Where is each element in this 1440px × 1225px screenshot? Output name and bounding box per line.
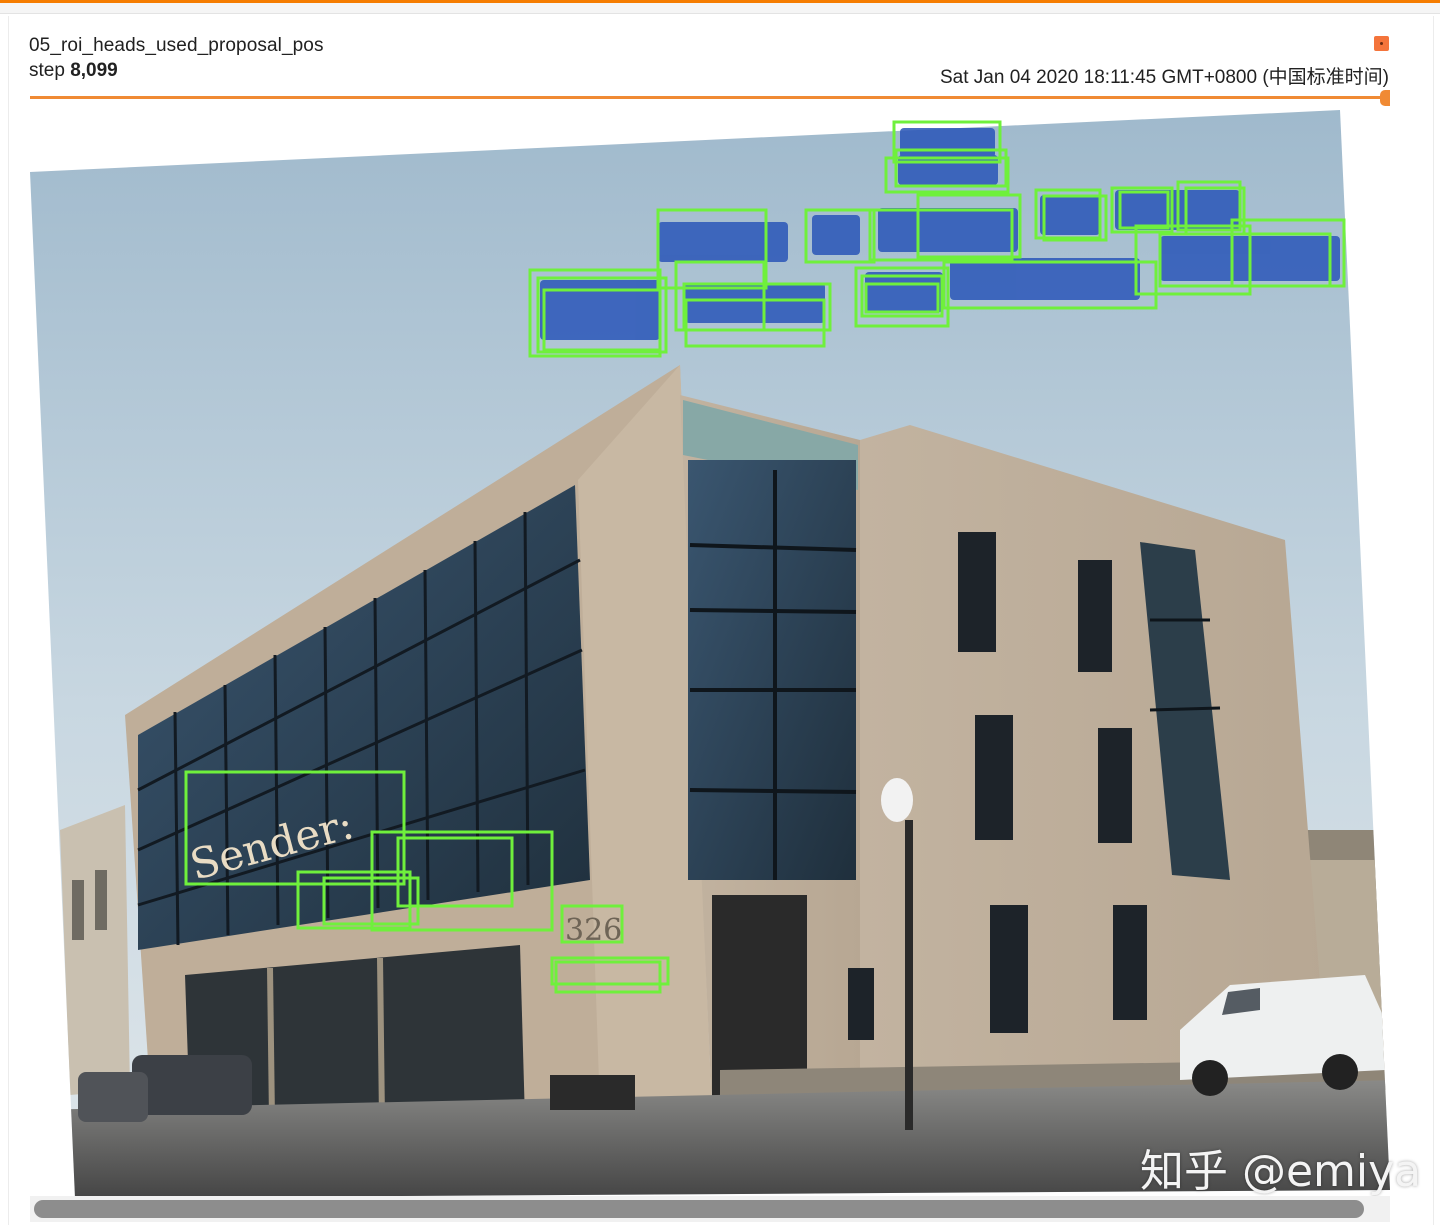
header-strip	[0, 3, 1440, 14]
expand-icon[interactable]	[1374, 36, 1389, 51]
timestamp: Sat Jan 04 2020 18:11:45 GMT+0800 (中国标准时…	[939, 67, 1389, 88]
step-value: 8,099	[70, 60, 118, 81]
image-card	[8, 16, 1434, 1225]
watermark: 知乎 @emiya	[1140, 1146, 1422, 1197]
horizontal-scrollbar-thumb[interactable]	[34, 1200, 1364, 1218]
step-slider-track[interactable]	[30, 96, 1382, 99]
step-label: step	[29, 60, 65, 81]
image-title: 05_roi_heads_used_proposal_pos	[29, 35, 324, 56]
step-indicator: step 8,099	[29, 60, 118, 82]
step-slider-thumb[interactable]	[1380, 90, 1390, 106]
